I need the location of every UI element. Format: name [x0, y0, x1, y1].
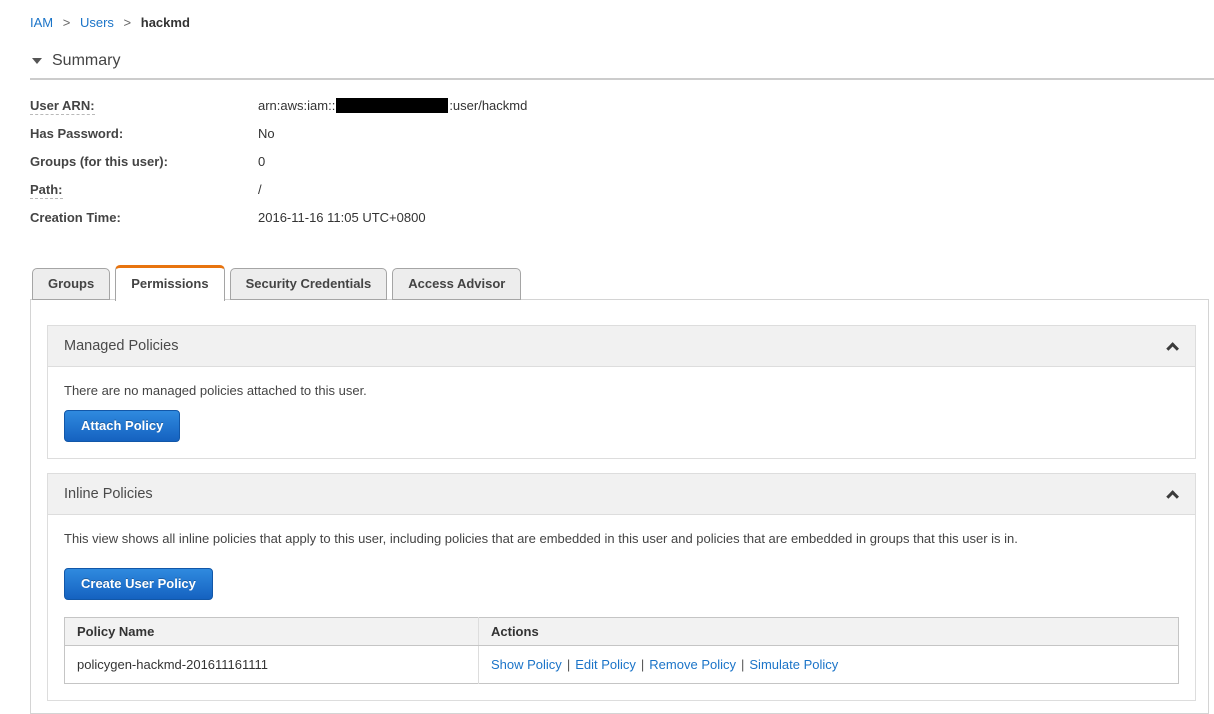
- tab-groups[interactable]: Groups: [32, 268, 111, 300]
- creation-time-label: Creation Time:: [30, 210, 121, 225]
- summary-row-groups: Groups (for this user): 0: [30, 154, 1214, 169]
- action-separator: |: [640, 657, 645, 672]
- tab-access-advisor[interactable]: Access Advisor: [392, 268, 522, 300]
- managed-policies-title: Managed Policies: [64, 338, 179, 354]
- has-password-value: No: [258, 126, 275, 141]
- policy-actions-cell: Show Policy | Edit Policy | Remove Policy | Si…: [478, 645, 1179, 684]
- policy-name-cell: policygen-hackmd-201611161111: [64, 645, 479, 684]
- action-separator: |: [741, 657, 745, 672]
- redacted-account-id: [336, 98, 449, 113]
- summary-fields: User ARN: arn:aws:iam:::user/hackmd Has …: [30, 98, 1214, 225]
- inline-policies-description: This view shows all inline policies that…: [64, 531, 1018, 546]
- breadcrumb-current-user: hackmd: [140, 15, 190, 30]
- arn-suffix: :user/hackmd: [449, 98, 528, 113]
- arn-prefix: arn:aws:iam::: [258, 98, 336, 113]
- show-policy-link[interactable]: Show Policy: [491, 657, 562, 672]
- summary-section-header[interactable]: Summary: [32, 52, 1214, 70]
- breadcrumb-separator: >: [123, 15, 132, 30]
- remove-policy-link[interactable]: Remove Policy: [649, 657, 736, 672]
- action-separator: |: [566, 657, 571, 672]
- breadcrumb-link-iam[interactable]: IAM: [30, 15, 53, 30]
- groups-label: Groups (for this user):: [30, 154, 168, 169]
- summary-divider: [30, 78, 1214, 80]
- path-value: /: [258, 182, 262, 197]
- tab-permissions[interactable]: Permissions: [115, 265, 225, 301]
- has-password-label: Has Password:: [30, 126, 124, 141]
- inline-policies-panel: Inline Policies This view shows all inli…: [47, 473, 1196, 701]
- breadcrumb: IAM > Users > hackmd: [0, 0, 1214, 30]
- table-header-row: Policy Name Actions: [64, 617, 1179, 646]
- chevron-up-icon[interactable]: [1166, 341, 1179, 355]
- inline-policies-title: Inline Policies: [64, 486, 153, 502]
- simulate-policy-link[interactable]: Simulate Policy: [749, 657, 838, 672]
- summary-row-has-password: Has Password: No: [30, 126, 1214, 141]
- inline-policies-table: Policy Name Actions policygen-hackmd-201…: [64, 617, 1179, 684]
- inline-policies-header[interactable]: Inline Policies: [48, 474, 1195, 515]
- user-arn-label: User ARN:: [30, 98, 95, 115]
- inline-policies-body: This view shows all inline policies that…: [48, 515, 1195, 700]
- attach-policy-button[interactable]: Attach Policy: [64, 410, 181, 442]
- tab-bar: Groups Permissions Security Credentials …: [32, 265, 1214, 301]
- edit-policy-link[interactable]: Edit Policy: [575, 657, 636, 672]
- summary-row-user-arn: User ARN: arn:aws:iam:::user/hackmd: [30, 98, 1214, 115]
- managed-policies-panel: Managed Policies There are no managed po…: [47, 325, 1196, 459]
- policy-name-column-header: Policy Name: [64, 617, 479, 646]
- user-arn-value: arn:aws:iam:::user/hackmd: [258, 98, 527, 113]
- tab-security-credentials[interactable]: Security Credentials: [229, 268, 388, 300]
- managed-policies-header[interactable]: Managed Policies: [48, 326, 1195, 367]
- managed-policies-empty-message: There are no managed policies attached t…: [64, 383, 367, 398]
- chevron-up-icon[interactable]: [1166, 489, 1179, 503]
- table-row: policygen-hackmd-201611161111 Show Polic…: [64, 645, 1179, 684]
- groups-value: 0: [258, 154, 266, 169]
- permissions-tab-content: Managed Policies There are no managed po…: [30, 299, 1209, 714]
- summary-row-creation-time: Creation Time: 2016-11-16 11:05 UTC+0800: [30, 210, 1214, 225]
- summary-title: Summary: [52, 52, 121, 69]
- breadcrumb-link-users[interactable]: Users: [80, 15, 114, 30]
- actions-column-header: Actions: [478, 617, 1179, 646]
- collapse-triangle-icon[interactable]: [32, 58, 42, 64]
- creation-time-value: 2016-11-16 11:05 UTC+0800: [258, 210, 426, 225]
- create-user-policy-button[interactable]: Create User Policy: [64, 568, 213, 600]
- managed-policies-body: There are no managed policies attached t…: [48, 367, 1195, 458]
- summary-row-path: Path: /: [30, 182, 1214, 199]
- path-label: Path:: [30, 182, 63, 199]
- breadcrumb-separator: >: [62, 15, 71, 30]
